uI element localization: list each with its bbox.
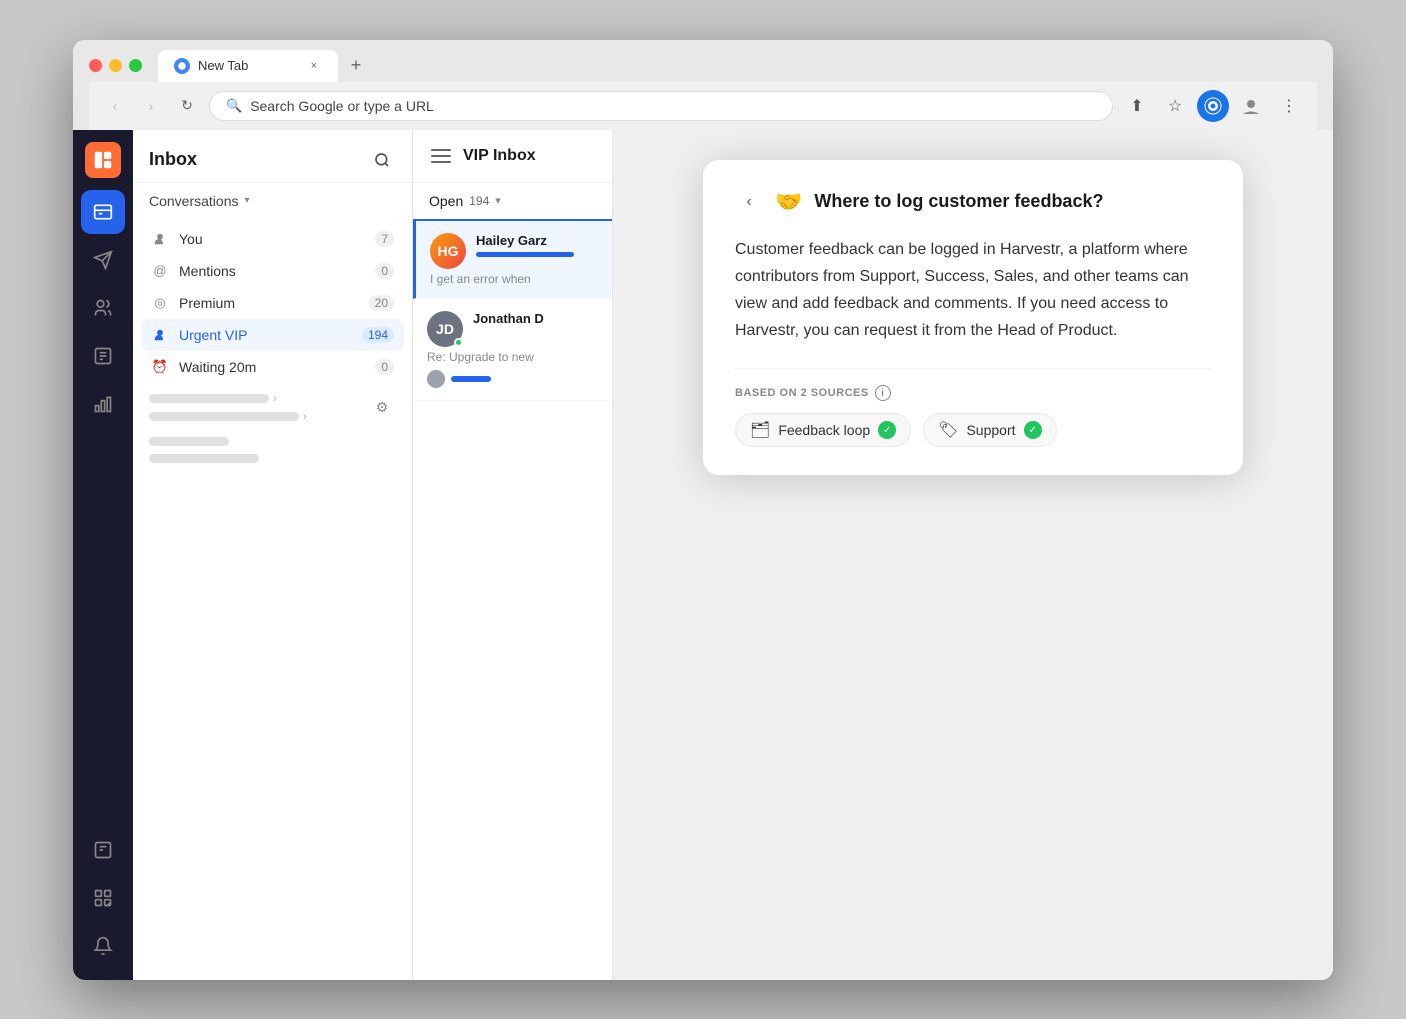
hailey-name: Hailey Garz [476, 233, 598, 248]
tab-close-button[interactable]: × [306, 58, 322, 74]
jonathan-mini-avatar [427, 370, 445, 388]
app-sidebar [73, 130, 133, 980]
conversations-label: Conversations [149, 193, 239, 209]
urgent-vip-icon [151, 326, 169, 344]
feedback-chip-label: Feedback loop [778, 422, 870, 438]
sidebar-notifications-button[interactable] [81, 924, 125, 968]
support-chip-icon: 🏷 [938, 420, 958, 440]
sidebar-item-urgent-vip[interactable]: Urgent VIP 194 [141, 319, 404, 351]
conversations-header[interactable]: Conversations ▾ [133, 183, 412, 219]
nav-reload-button[interactable]: ↻ [173, 92, 201, 120]
extension-button[interactable] [1197, 90, 1229, 122]
open-count: 194 [469, 194, 489, 208]
hailey-avatar: HG [430, 233, 466, 269]
sidebar-reports-button[interactable] [81, 382, 125, 426]
you-count: 7 [375, 231, 394, 247]
inbox-search-button[interactable] [368, 146, 396, 174]
sidebar-send-button[interactable] [81, 238, 125, 282]
middle-panel: VIP Inbox Open 194 ▾ HG Hailey Garz [413, 130, 613, 980]
profile-button[interactable] [1235, 90, 1267, 122]
vip-inbox-title: VIP Inbox [463, 147, 536, 165]
nav-back-button[interactable]: ‹ [101, 92, 129, 120]
mentions-count: 0 [375, 263, 394, 279]
feedback-check-icon: ✓ [878, 421, 896, 439]
sidebar-snippets-button[interactable] [81, 828, 125, 872]
source-chip-support[interactable]: 🏷 Support ✓ [923, 413, 1056, 447]
popup-title: Where to log customer feedback? [814, 191, 1103, 212]
premium-label: Premium [179, 295, 359, 311]
jonathan-typing [451, 376, 491, 382]
premium-count: 20 [369, 295, 394, 311]
conversation-item-jonathan[interactable]: JD Jonathan D Re: Upgrade to new [413, 299, 612, 401]
popup-back-button[interactable]: ‹ [735, 188, 763, 216]
window-maximize-button[interactable] [129, 59, 142, 72]
address-bar-text: Search Google or type a URL [250, 98, 434, 114]
jonathan-avatar: JD [427, 311, 463, 347]
sidebar-item-premium[interactable]: ◎ Premium 20 [141, 287, 404, 319]
open-filter[interactable]: Open 194 ▾ [413, 183, 612, 221]
sidebar-team-button[interactable] [81, 286, 125, 330]
sidebar-item-waiting[interactable]: ⏰ Waiting 20m 0 [141, 351, 404, 383]
source-chip-feedback[interactable]: 🗂 Feedback loop ✓ [735, 413, 911, 447]
window-minimize-button[interactable] [109, 59, 122, 72]
urgent-vip-count: 194 [362, 327, 394, 343]
sidebar-item-mentions[interactable]: @ Mentions 0 [141, 255, 404, 287]
new-tab-button[interactable]: + [342, 52, 370, 80]
popup-sources: BASED ON 2 SOURCES i 🗂 Feedback loop ✓ 🏷… [735, 368, 1211, 447]
mentions-label: Mentions [179, 263, 365, 279]
nav-forward-button[interactable]: › [137, 92, 165, 120]
address-bar[interactable]: 🔍 Search Google or type a URL [209, 91, 1113, 121]
inbox-title: Inbox [149, 149, 197, 170]
urgent-vip-label: Urgent VIP [179, 327, 352, 343]
waiting-label: Waiting 20m [179, 359, 365, 375]
tab-favicon [174, 58, 190, 74]
app-logo [85, 142, 121, 178]
feedback-chip-icon: 🗂 [750, 420, 770, 440]
browser-tab[interactable]: New Tab × [158, 50, 338, 82]
support-check-icon: ✓ [1024, 421, 1042, 439]
sidebar-inbox-button[interactable] [81, 190, 125, 234]
popup-card: ‹ 🤝 Where to log customer feedback? Cust… [703, 160, 1243, 476]
you-icon [151, 230, 169, 248]
jonathan-preview: Re: Upgrade to new [427, 350, 598, 364]
share-button[interactable]: ⬆ [1121, 90, 1153, 122]
tab-title: New Tab [198, 58, 298, 73]
mentions-icon: @ [151, 262, 169, 280]
open-label: Open [429, 193, 463, 209]
chrome-menu-button[interactable]: ⋮ [1273, 90, 1305, 122]
placeholder-section [133, 429, 412, 471]
popup-body: Customer feedback can be logged in Harve… [735, 236, 1211, 345]
waiting-count: 0 [375, 359, 394, 375]
nav-list: You 7 @ Mentions 0 ◎ Premium 20 [133, 219, 412, 387]
bookmark-button[interactable]: ☆ [1159, 90, 1191, 122]
knowledge-panel-area: ‹ 🤝 Where to log customer feedback? Cust… [613, 130, 1333, 980]
popup-hand-icon: 🤝 [775, 189, 802, 215]
sources-info-icon[interactable]: i [875, 385, 891, 401]
sidebar-item-you[interactable]: You 7 [141, 223, 404, 255]
left-panel: Inbox Conversations ▾ You 7 @ [133, 130, 413, 980]
section-settings-button[interactable]: ⚙ [368, 394, 396, 422]
you-label: You [179, 231, 365, 247]
search-icon: 🔍 [226, 98, 242, 114]
support-chip-label: Support [966, 422, 1015, 438]
online-dot [454, 338, 463, 347]
waiting-icon: ⏰ [151, 358, 169, 376]
hamburger-button[interactable] [429, 144, 453, 168]
hailey-status-bar [476, 252, 574, 257]
jonathan-name: Jonathan D [473, 311, 598, 326]
conversations-chevron: ▾ [245, 195, 250, 206]
sources-label-text: BASED ON 2 SOURCES [735, 387, 869, 399]
window-close-button[interactable] [89, 59, 102, 72]
open-chevron: ▾ [495, 194, 501, 207]
conversation-item-hailey[interactable]: HG Hailey Garz I get an error when [413, 221, 612, 299]
hailey-preview: I get an error when [430, 272, 598, 286]
premium-icon: ◎ [151, 294, 169, 312]
sidebar-docs-button[interactable] [81, 334, 125, 378]
sidebar-apps-button[interactable] [81, 876, 125, 920]
